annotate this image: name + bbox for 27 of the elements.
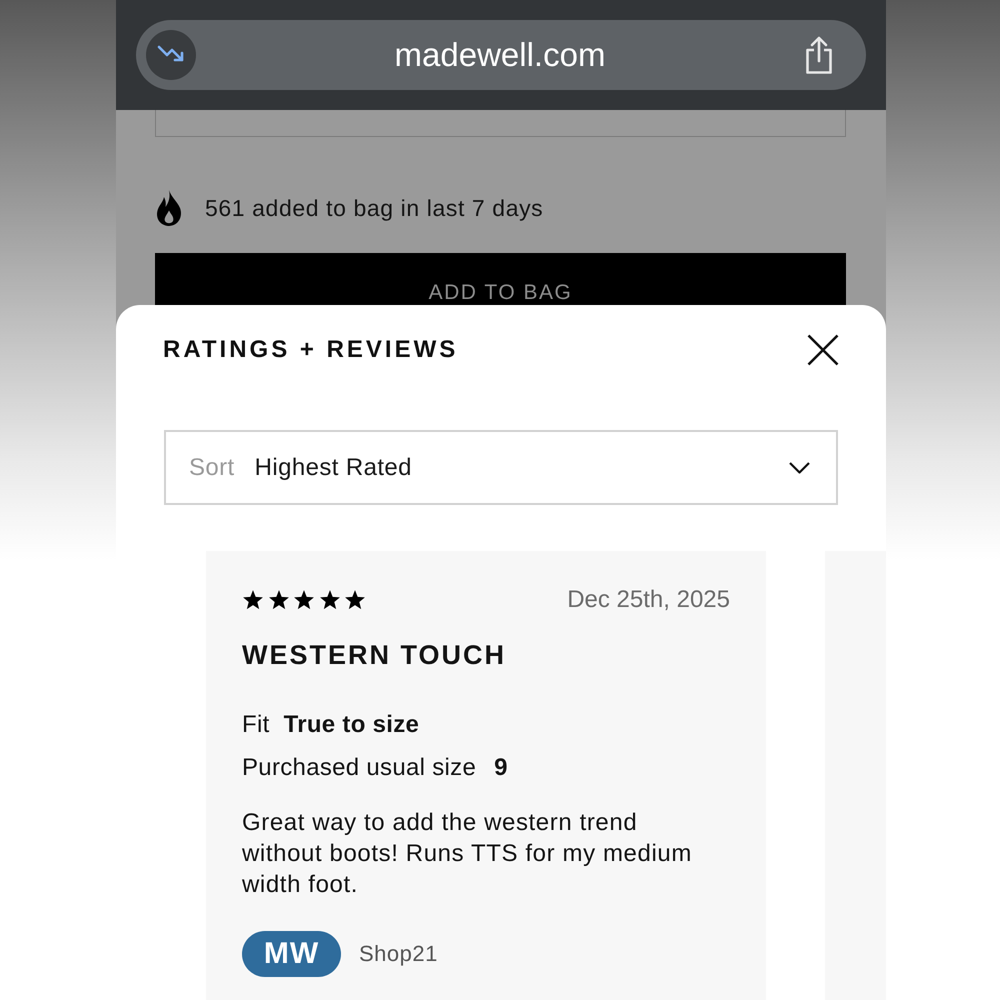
flame-icon [155,189,183,227]
share-icon[interactable] [804,35,834,75]
star-icon [268,588,290,610]
sort-value[interactable]: Highest Rated [254,454,412,482]
reviewer-badge: MW [242,931,341,977]
close-icon[interactable] [807,334,839,366]
reviewer-name: Shop21 [359,941,438,967]
sort-label: Sort [189,454,235,482]
fit-label: Fit [242,710,270,740]
size-label: Purchased usual size [242,753,476,783]
add-to-bag-button[interactable]: ADD TO BAG [155,253,846,305]
popularity-text: 561 added to bag in last 7 days [205,194,544,222]
chevron-down-icon[interactable] [789,462,810,474]
sort-dropdown[interactable]: Sort Highest Rated [164,430,838,505]
url-text[interactable]: madewell.com [196,35,804,75]
sheet-title: RATINGS + REVIEWS [163,336,458,364]
review-text: Great way to add the western trend without boots! Runs TTS for my medium width foot. [242,808,693,900]
star-icon [344,588,366,610]
star-icon [293,588,315,610]
review-date: Dec 25th, 2025 [567,587,730,612]
fit-value: True to size [284,710,420,740]
address-bar[interactable]: madewell.com [136,20,866,90]
review-title: WESTERN TOUCH [242,639,506,671]
size-value: 9 [494,753,508,783]
star-icon [242,588,264,610]
trend-down-icon[interactable] [146,30,196,80]
star-icon [318,588,340,610]
